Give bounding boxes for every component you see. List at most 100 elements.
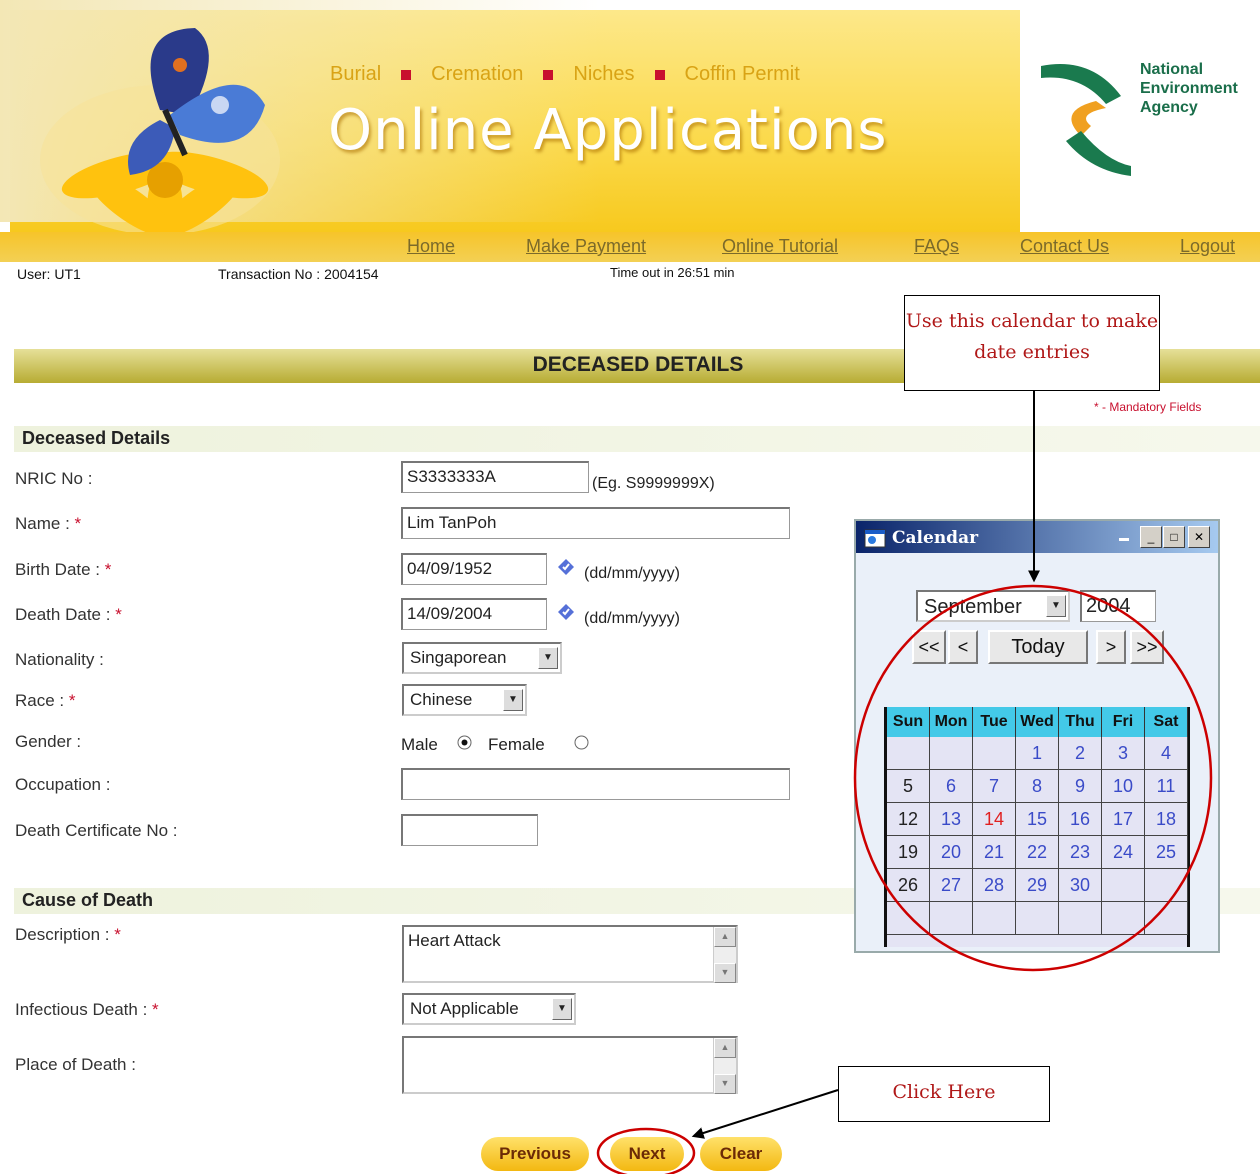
section-bar-deceased — [14, 426, 1260, 452]
calendar-day[interactable]: 5 — [887, 770, 930, 803]
clear-button[interactable]: Clear — [700, 1137, 782, 1171]
calendar-empty-cell — [930, 902, 973, 935]
calendar-day[interactable]: 7 — [973, 770, 1016, 803]
nationality-select[interactable]: Singaporean ▼ — [402, 642, 562, 674]
prev-year-button[interactable]: << — [912, 630, 946, 664]
calendar-day[interactable]: 8 — [1016, 770, 1059, 803]
calendar-day[interactable]: 30 — [1059, 869, 1102, 902]
infectious-select[interactable]: Not Applicable ▼ — [402, 993, 576, 1025]
next-button[interactable]: Next — [610, 1137, 684, 1171]
name-label: Name : * — [15, 514, 81, 534]
race-label-text: Race : — [15, 691, 65, 710]
calendar-window-title: Calendar — [892, 528, 979, 548]
death-date-label-text: Death Date : — [15, 605, 111, 624]
category-niches[interactable]: Niches — [573, 63, 634, 85]
previous-button[interactable]: Previous — [481, 1137, 589, 1171]
gender-male-label: Male — [401, 735, 438, 754]
nric-input[interactable]: S3333333A — [401, 461, 589, 493]
calendar-weekday-header: Mon — [930, 707, 973, 737]
calendar-month-value: September — [924, 596, 1022, 618]
calendar-picker-icon[interactable] — [556, 557, 576, 577]
nav-home[interactable]: Home — [407, 236, 455, 257]
calendar-day[interactable]: 24 — [1102, 836, 1145, 869]
description-textarea[interactable]: Heart Attack ▲ ▼ — [402, 925, 738, 983]
calendar-day[interactable]: 16 — [1059, 803, 1102, 836]
textarea-scrollbar[interactable]: ▲ ▼ — [713, 1038, 736, 1094]
calendar-day[interactable]: 4 — [1145, 737, 1188, 770]
close-icon[interactable]: ✕ — [1188, 526, 1210, 548]
nav-contact-us[interactable]: Contact Us — [1020, 236, 1109, 257]
calendar-day[interactable]: 21 — [973, 836, 1016, 869]
calendar-day[interactable]: 10 — [1102, 770, 1145, 803]
race-select[interactable]: Chinese ▼ — [402, 684, 527, 716]
calendar-day[interactable]: 27 — [930, 869, 973, 902]
required-mark: * — [114, 925, 121, 944]
nav-logout[interactable]: Logout — [1180, 236, 1235, 257]
scroll-up-icon[interactable]: ▲ — [714, 927, 736, 947]
certificate-input[interactable] — [401, 814, 538, 846]
description-label: Description : * — [15, 925, 121, 945]
calendar-picker-icon[interactable] — [556, 602, 576, 622]
calendar-day[interactable]: 19 — [887, 836, 930, 869]
calendar-day[interactable]: 13 — [930, 803, 973, 836]
calendar-month-select[interactable]: September ▼ — [916, 590, 1070, 622]
scroll-down-icon[interactable]: ▼ — [714, 1074, 736, 1094]
calendar-day[interactable]: 18 — [1145, 803, 1188, 836]
calendar-day[interactable]: 26 — [887, 869, 930, 902]
minimize-icon[interactable]: _ — [1140, 526, 1162, 548]
category-burial[interactable]: Burial — [330, 63, 381, 85]
category-cremation[interactable]: Cremation — [431, 63, 523, 85]
agency-name-line: Agency — [1140, 99, 1198, 116]
calendar-day[interactable]: 11 — [1145, 770, 1188, 803]
race-label: Race : * — [15, 691, 76, 711]
nationality-value: Singaporean — [410, 648, 507, 667]
nav-make-payment[interactable]: Make Payment — [526, 236, 646, 257]
nav-faqs[interactable]: FAQs — [914, 236, 959, 257]
calendar-day[interactable]: 17 — [1102, 803, 1145, 836]
race-value: Chinese — [410, 690, 473, 709]
calendar-empty-cell — [973, 902, 1016, 935]
calendar-weekday-header: Tue — [973, 707, 1016, 737]
next-year-button[interactable]: >> — [1130, 630, 1164, 664]
scroll-down-icon[interactable]: ▼ — [714, 963, 736, 983]
separator-square — [543, 69, 554, 80]
textarea-scrollbar[interactable]: ▲ ▼ — [713, 927, 736, 983]
calendar-day[interactable]: 23 — [1059, 836, 1102, 869]
calendar-empty-cell — [973, 737, 1016, 770]
calendar-day[interactable]: 28 — [973, 869, 1016, 902]
calendar-day[interactable]: 25 — [1145, 836, 1188, 869]
name-input[interactable]: Lim TanPoh — [401, 507, 790, 539]
death-date-input[interactable]: 14/09/2004 — [401, 598, 547, 630]
birth-date-input[interactable]: 04/09/1952 — [401, 553, 547, 585]
calendar-tip-callout: Use this calendar to make date entries — [904, 295, 1160, 391]
calendar-day[interactable]: 1 — [1016, 737, 1059, 770]
calendar-day[interactable]: 2 — [1059, 737, 1102, 770]
calendar-day[interactable]: 15 — [1016, 803, 1059, 836]
today-button[interactable]: Today — [988, 630, 1088, 664]
gender-male-radio[interactable] — [457, 735, 472, 750]
category-coffin-permit[interactable]: Coffin Permit — [685, 63, 800, 85]
nav-online-tutorial[interactable]: Online Tutorial — [722, 236, 838, 257]
maximize-icon[interactable]: □ — [1163, 526, 1185, 548]
calendar-weekday-header: Fri — [1102, 707, 1145, 737]
occupation-input[interactable] — [401, 768, 790, 800]
calendar-day[interactable]: 3 — [1102, 737, 1145, 770]
required-mark: * — [68, 691, 76, 710]
calendar-year-input[interactable]: 2004 — [1080, 590, 1156, 622]
section-title-deceased: Deceased Details — [22, 428, 171, 448]
calendar-day[interactable]: 6 — [930, 770, 973, 803]
prev-month-button[interactable]: < — [948, 630, 978, 664]
scroll-up-icon[interactable]: ▲ — [714, 1038, 736, 1058]
calendar-day[interactable]: 9 — [1059, 770, 1102, 803]
calendar-day[interactable]: 12 — [887, 803, 930, 836]
calendar-day[interactable]: 22 — [1016, 836, 1059, 869]
calendar-empty-cell — [930, 737, 973, 770]
calendar-day[interactable]: 29 — [1016, 869, 1059, 902]
place-textarea[interactable]: ▲ ▼ — [402, 1036, 738, 1094]
agency-name-line: Environment — [1140, 80, 1238, 97]
calendar-day[interactable]: 20 — [930, 836, 973, 869]
next-month-button[interactable]: > — [1096, 630, 1126, 664]
calendar-day[interactable]: 14 — [973, 803, 1016, 836]
place-label: Place of Death : — [15, 1055, 136, 1074]
gender-female-radio[interactable] — [574, 735, 589, 750]
